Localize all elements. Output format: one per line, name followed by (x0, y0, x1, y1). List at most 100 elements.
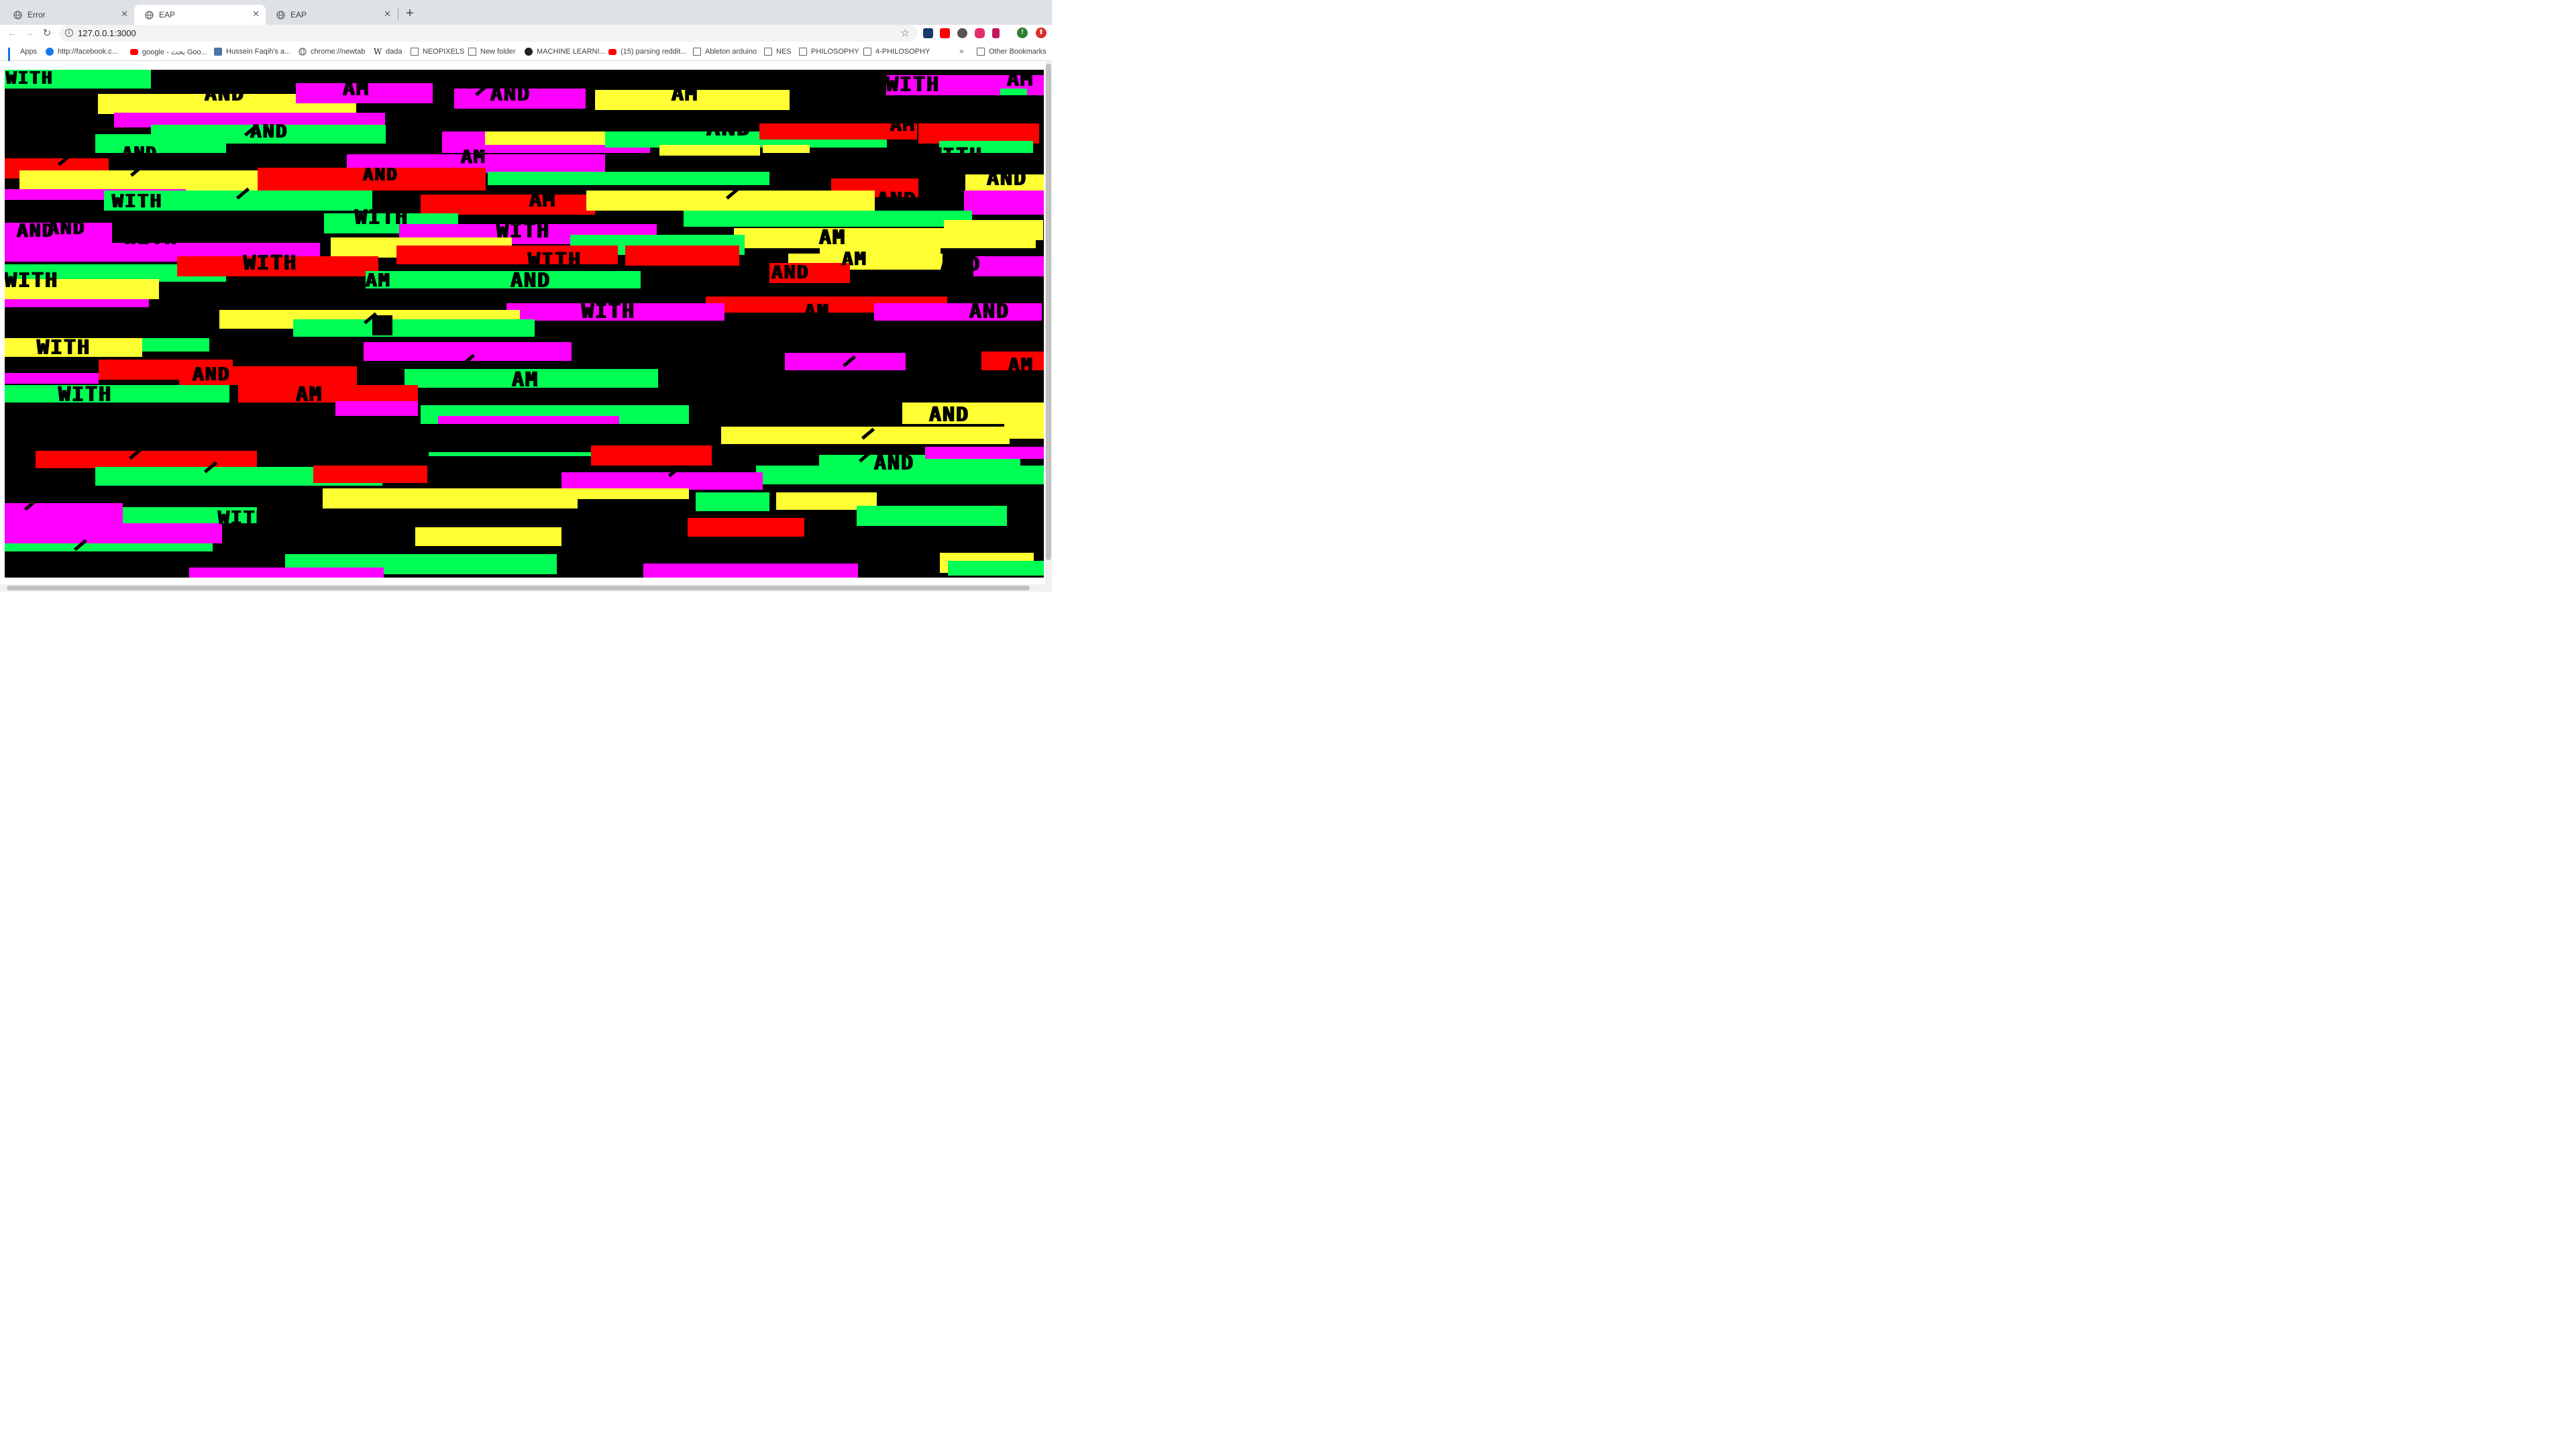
glitch-bar (874, 303, 1042, 321)
bookmark-machine-learning[interactable]: MACHINE LEARNI... (525, 46, 606, 57)
bookmarks-overflow-button[interactable]: » (959, 46, 964, 56)
folder-icon (468, 48, 476, 56)
glitch-word: AND (205, 83, 246, 106)
arrow-right-icon: → (24, 28, 35, 39)
glitch-bar (625, 246, 739, 266)
glitch-bar (5, 299, 149, 307)
glitch-word: AM (842, 248, 867, 270)
glitch-word: WITH (6, 70, 54, 89)
youtube-icon (608, 48, 616, 55)
folder-icon (977, 48, 985, 56)
glitch-bar (820, 248, 941, 263)
star-icon[interactable]: ☆ (901, 27, 910, 39)
globe-icon (145, 10, 154, 19)
bookmark-label: dada (386, 48, 402, 56)
bookmark-other-bookmarks[interactable]: Other Bookmarks (977, 46, 1046, 57)
bookmark-ableton-arduino[interactable]: Ableton arduino (693, 46, 757, 57)
glitch-word: WITH (244, 252, 298, 275)
close-icon[interactable]: ✕ (121, 9, 128, 19)
bookmark-4-philosophy[interactable]: 4-PHILOSOPHY (863, 46, 930, 57)
new-tab-button[interactable]: + (402, 6, 417, 21)
bookmark-hussein[interactable]: Hussein Faqih's a... (214, 46, 290, 57)
glitch-bar (488, 172, 769, 185)
glitch-bar (944, 220, 1043, 240)
extension-chart-icon[interactable] (923, 28, 933, 38)
glitch-bar (643, 564, 858, 578)
bookmark-new-folder[interactable]: New folder (468, 46, 516, 57)
bookmark-parsing-reddit[interactable]: (15) parsing reddit... (608, 46, 686, 57)
glitch-bar (396, 246, 618, 264)
bookmark-dada[interactable]: W dada (374, 46, 402, 57)
update-menu-icon[interactable]: ⬆ (1036, 28, 1046, 38)
arrow-left-icon: ← (7, 28, 17, 39)
address-bar[interactable]: i 127.0.0.1:3000 ☆ (60, 25, 918, 42)
bookmark-nes[interactable]: NES (764, 46, 792, 57)
glitch-canvas[interactable]: WITH AND AM AND AM WITH AM AND AND AM WITH AND AM AND… (5, 70, 1044, 578)
glitch-word: AND (969, 300, 1010, 323)
extension-instagram-icon[interactable] (975, 28, 985, 38)
extension-youtube-icon[interactable] (940, 28, 950, 38)
horizontal-scrollbar[interactable] (0, 584, 1045, 592)
bookmark-label: google - بحث Goo... (142, 48, 207, 56)
glitch-bar (488, 488, 689, 499)
glitch-word: AND (241, 143, 279, 165)
bookmark-neopixels[interactable]: NEOPIXELS (411, 46, 464, 57)
glitch-word: WITH (5, 269, 59, 292)
glitch-word: AND (706, 115, 752, 142)
scrollbar-thumb[interactable] (1046, 64, 1051, 560)
bookmark-facebook[interactable]: http://facebook.c... (46, 46, 118, 57)
bookmark-google-search[interactable]: google - بحث Goo... (130, 46, 207, 57)
profile-avatar[interactable]: f (1017, 28, 1028, 38)
forward-button[interactable]: → (23, 27, 36, 40)
close-icon[interactable]: ✕ (252, 9, 260, 19)
bookmark-label: New folder (480, 48, 516, 56)
bookmarks-bar: Apps http://facebook.c... google - بحث G… (0, 42, 1052, 66)
vertical-scrollbar[interactable] (1045, 61, 1052, 592)
glitch-bar (1004, 402, 1044, 439)
glitch-bar (313, 466, 427, 483)
extension-face-icon[interactable] (957, 28, 967, 38)
glitch-word: WITH (582, 300, 636, 323)
glitch-bar (763, 145, 810, 153)
glitch-bar (591, 445, 712, 466)
facebook-icon (46, 48, 54, 56)
vk-icon (214, 48, 222, 56)
bookmark-chrome-newtab[interactable]: chrome://newtab (299, 46, 365, 57)
glitch-bar (5, 385, 229, 402)
glitch-word: AND (250, 120, 288, 142)
toolbar: ← → ↻ i 127.0.0.1:3000 ☆ f ⬆ (0, 25, 1052, 42)
glitch-bar (5, 543, 213, 551)
bookmark-apps[interactable]: Apps (8, 46, 37, 66)
glitch-word: WITH (595, 519, 646, 541)
tab-title: Error (28, 10, 46, 19)
bookmark-label: Other Bookmarks (989, 48, 1046, 56)
glitch-word: AND (874, 451, 915, 475)
glitch-word: WITH (929, 144, 983, 168)
close-icon[interactable]: ✕ (384, 9, 391, 19)
bookmark-philosophy[interactable]: PHILOSOPHY (799, 46, 859, 57)
glitch-bar (5, 523, 222, 543)
glitch-word: AND (511, 269, 551, 292)
glitch-bar (438, 416, 619, 424)
site-icon (525, 48, 533, 56)
bookmark-label: chrome://newtab (311, 48, 366, 56)
tab-eap[interactable]: EAP ✕ (266, 5, 397, 25)
bookmark-label: MACHINE LEARNI... (537, 48, 606, 56)
tab-eap-active[interactable]: EAP ✕ (134, 5, 266, 25)
glitch-word: WITH (528, 249, 582, 272)
extension-pdf-icon[interactable] (992, 28, 1000, 38)
glitch-bar (688, 518, 804, 537)
folder-icon (799, 48, 807, 56)
tab-error[interactable]: Error ✕ (3, 5, 134, 25)
glitch-bar (696, 492, 769, 511)
glitch-word: AM (1008, 354, 1034, 376)
scrollbar-thumb[interactable] (7, 586, 1030, 590)
glitch-bar (964, 191, 1044, 215)
glitch-bar (659, 145, 760, 156)
back-button[interactable]: ← (5, 27, 19, 40)
glitch-word: WITH (886, 73, 941, 97)
info-icon[interactable]: i (65, 29, 73, 37)
glitch-bar (561, 472, 763, 490)
glitch-word: AM (819, 226, 847, 250)
reload-button[interactable]: ↻ (40, 27, 54, 40)
